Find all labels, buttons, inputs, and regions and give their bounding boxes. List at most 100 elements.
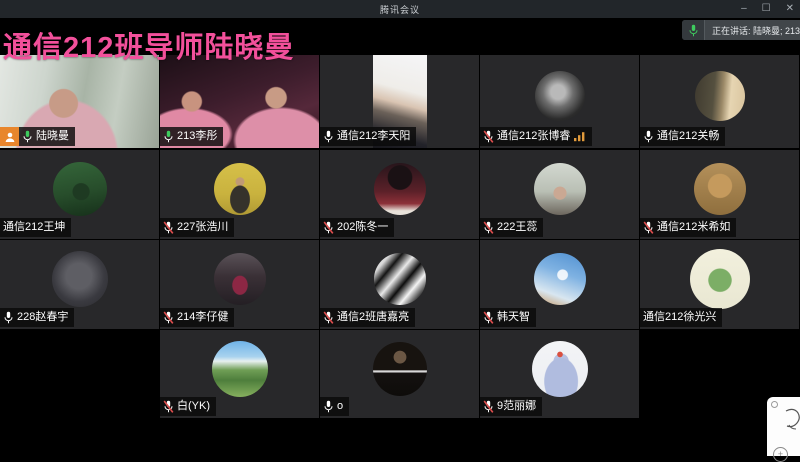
participant-label: 228赵春宇 (0, 308, 74, 327)
participant-name: 通信212王坤 (3, 220, 65, 235)
participant-tile[interactable]: 通信212徐光兴 (640, 240, 799, 329)
signal-strength-icon (573, 131, 586, 142)
participant-label: 通信212关畅 (640, 127, 725, 146)
minimize-icon[interactable]: – (741, 0, 747, 18)
avatar (374, 163, 426, 215)
mic-muted-icon (483, 311, 494, 324)
participant-name: 222王蕊 (497, 220, 537, 235)
participant-tile[interactable]: 通信212关畅 (640, 55, 799, 148)
participant-name: 通信2班唐嘉亮 (337, 310, 409, 325)
label-bar: 韩天智 (480, 308, 536, 327)
avatar (532, 341, 588, 397)
participant-tile[interactable]: 213李彤 (160, 55, 319, 148)
participant-tile[interactable]: 227张浩川 (160, 150, 319, 239)
participant-label: 通信212徐光兴 (640, 308, 722, 327)
mic-icon (323, 130, 334, 143)
label-bar: 通信212徐光兴 (640, 308, 722, 327)
avatar (374, 253, 426, 305)
participant-label: 214李仔健 (160, 308, 234, 327)
avatar (534, 163, 586, 215)
avatar (52, 251, 108, 307)
label-bar: 9范丽娜 (480, 397, 542, 416)
mic-icon (163, 130, 174, 143)
participant-label: 213李彤 (160, 127, 223, 146)
participant-label: 陆晓曼 (0, 127, 75, 146)
avatar (212, 341, 268, 397)
participant-name: 227张浩川 (177, 220, 228, 235)
participant-tile[interactable]: 通信212张博睿 (480, 55, 639, 148)
label-bar: 通信212米希如 (640, 218, 736, 237)
participant-tile[interactable]: o (320, 330, 479, 418)
host-badge-icon (0, 127, 19, 146)
mic-muted-icon (163, 221, 174, 234)
mic-muted-icon (483, 221, 494, 234)
participant-name: 通信212米希如 (657, 220, 730, 235)
floating-sticker-card[interactable]: + (767, 397, 800, 456)
participant-label: o (320, 397, 349, 416)
label-bar: 通信212关畅 (640, 127, 725, 146)
window-controls: – ☐ ✕ (741, 0, 794, 18)
participant-label: 通信212李天阳 (320, 127, 416, 146)
label-bar: 通信212李天阳 (320, 127, 416, 146)
participant-name: 228赵春宇 (17, 310, 68, 325)
participant-label: 222王蕊 (480, 218, 543, 237)
avatar (694, 163, 746, 215)
participant-tile[interactable]: 通信212王坤 (0, 150, 159, 239)
label-bar: 202陈冬一 (320, 218, 394, 237)
meeting-canvas: 通信212班导师陆晓曼 正在讲话: 陆晓曼; 213李 陆晓曼213李彤通信21… (0, 18, 800, 456)
participant-name: 202陈冬一 (337, 220, 388, 235)
participant-tile[interactable]: 通信212米希如 (640, 150, 799, 239)
maximize-icon[interactable]: ☐ (762, 0, 771, 18)
participant-name: 通信212关畅 (657, 129, 719, 144)
label-bar: 通信212张博睿 (480, 127, 592, 146)
participant-tile[interactable]: 214李仔健 (160, 240, 319, 329)
mic-muted-icon (643, 221, 654, 234)
participant-name: 韩天智 (497, 310, 530, 325)
participant-name: 213李彤 (177, 129, 217, 144)
participant-label: 白(YK) (160, 397, 216, 416)
participant-tile[interactable]: 陆晓曼 (0, 55, 159, 148)
label-bar: 通信2班唐嘉亮 (320, 308, 415, 327)
participant-label: 韩天智 (480, 308, 536, 327)
participant-label: 通信212米希如 (640, 218, 736, 237)
participant-label: 通信212张博睿 (480, 127, 592, 146)
label-bar: 通信212王坤 (0, 218, 71, 237)
participant-label: 227张浩川 (160, 218, 234, 237)
participant-tile[interactable]: 通信2班唐嘉亮 (320, 240, 479, 329)
participant-label: 202陈冬一 (320, 218, 394, 237)
participant-name: 9范丽娜 (497, 399, 536, 414)
close-icon[interactable]: ✕ (786, 0, 794, 18)
avatar (53, 162, 107, 216)
window-titlebar: 腾讯会议 – ☐ ✕ (0, 0, 800, 18)
mic-muted-icon (483, 130, 494, 143)
mic-muted-icon (163, 311, 174, 324)
sticker-dot-icon (771, 401, 778, 408)
participant-tile[interactable]: 通信212李天阳 (320, 55, 479, 148)
participant-label: 9范丽娜 (480, 397, 542, 416)
participant-tile[interactable]: 202陈冬一 (320, 150, 479, 239)
label-bar: 213李彤 (160, 127, 223, 146)
mic-icon (323, 400, 334, 413)
participant-label: 通信2班唐嘉亮 (320, 308, 415, 327)
participant-name: 陆晓曼 (36, 129, 69, 144)
avatar (695, 71, 745, 121)
meeting-overlay-title: 通信212班导师陆晓曼 (3, 24, 294, 66)
participant-tile[interactable]: 白(YK) (160, 330, 319, 418)
participant-name: 通信212李天阳 (337, 129, 410, 144)
mic-muted-icon (483, 400, 494, 413)
participant-tile[interactable]: 9范丽娜 (480, 330, 639, 418)
participant-tile[interactable]: 228赵春宇 (0, 240, 159, 329)
participant-label: 通信212王坤 (0, 218, 71, 237)
avatar (373, 342, 427, 396)
participant-tile[interactable]: 222王蕊 (480, 150, 639, 239)
mic-muted-icon (323, 221, 334, 234)
avatar (214, 163, 266, 215)
mic-muted-icon (163, 400, 174, 413)
label-bar: 白(YK) (160, 397, 216, 416)
speaking-banner-text: 正在讲话: 陆晓曼; 213李 (705, 24, 800, 37)
avatar (535, 71, 585, 121)
avatar (534, 253, 586, 305)
participant-name: 白(YK) (177, 399, 210, 414)
participant-tile[interactable]: 韩天智 (480, 240, 639, 329)
label-bar: 陆晓曼 (19, 127, 75, 146)
